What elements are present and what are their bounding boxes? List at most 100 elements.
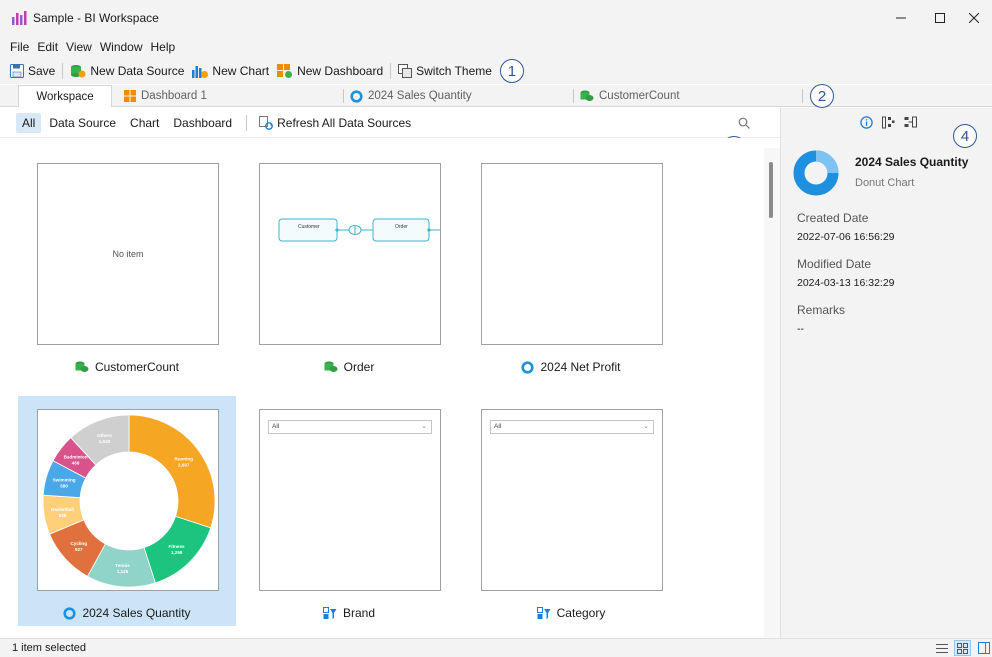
save-label: Save — [28, 64, 56, 78]
menu-view[interactable]: View — [62, 40, 96, 54]
brand-filter-combo: All ⌄ — [268, 420, 432, 434]
filter-all[interactable]: All — [16, 112, 42, 133]
combo-value: All — [272, 423, 280, 430]
tab-label: Dashboard 1 — [141, 90, 207, 102]
filter-chart[interactable]: Chart — [124, 113, 165, 133]
item-caption: Category — [462, 606, 680, 620]
panel-view-icon[interactable] — [978, 642, 990, 654]
switch-theme-button[interactable]: Switch Theme — [394, 60, 496, 82]
donut-chart-icon — [63, 606, 77, 620]
category-filter-combo: All ⌄ — [490, 420, 654, 434]
new-chart-label: New Chart — [212, 64, 270, 78]
donut-data-label: 1,298 — [171, 550, 183, 555]
created-date-label: Created Date — [797, 211, 869, 225]
gallery-item-category[interactable]: All ⌄ Category — [462, 396, 680, 626]
item-caption: Order — [240, 360, 458, 374]
gallery-item-2024-sales-quantity[interactable]: Running 2,607 Fitness 1,298 Tennis 1,125 Cycli… — [18, 396, 236, 626]
filter-divider — [246, 114, 248, 131]
new-dashboard-label: New Dashboard — [297, 64, 384, 78]
tab-divider — [802, 89, 803, 103]
filter-data-source[interactable]: Data Source — [43, 113, 122, 133]
toolbar: Save New Data Source New Chart New Dashb… — [0, 58, 992, 84]
info-icon[interactable] — [860, 116, 873, 129]
menu-help[interactable]: Help — [147, 40, 180, 54]
tab-2024-sales-quantity[interactable]: 2024 Sales Quantity — [350, 85, 560, 107]
donut-data-label: 580 — [60, 483, 68, 488]
tab-divider — [573, 89, 574, 103]
data-source-icon — [580, 90, 594, 101]
tab-dashboard-1[interactable]: Dashboard 1 — [124, 85, 334, 107]
grid-view-button[interactable] — [954, 640, 971, 656]
item-name: Category — [556, 606, 606, 620]
item-caption: 2024 Sales Quantity — [18, 606, 236, 620]
chevron-down-icon: ⌄ — [421, 423, 427, 430]
item-type: Donut Chart — [855, 177, 915, 189]
tab-label: CustomerCount — [599, 90, 680, 102]
donut-chart-icon — [521, 360, 535, 374]
callout-1: 1 — [499, 59, 524, 83]
new-dashboard-button[interactable]: New Dashboard — [273, 60, 387, 82]
callout-2: 2 — [810, 84, 834, 108]
menu-edit[interactable]: Edit — [33, 40, 62, 54]
diagram-node-order: Order — [395, 224, 408, 230]
gallery-item-brand[interactable]: All ⌄ Brand — [240, 396, 458, 626]
new-data-source-label: New Data Source — [90, 64, 185, 78]
item-name: Brand — [342, 606, 376, 620]
save-icon — [10, 64, 24, 78]
refresh-all-button[interactable]: Refresh All Data Sources — [255, 112, 415, 134]
scrollbar-thumb[interactable] — [769, 162, 773, 218]
new-chart-icon — [192, 66, 209, 78]
tab-label: 2024 Sales Quantity — [368, 90, 472, 102]
donut-data-label: 468 — [72, 461, 80, 466]
donut-data-label: 639 — [59, 513, 67, 518]
toolbar-divider — [62, 63, 64, 79]
relation-icon[interactable] — [904, 116, 917, 129]
diagram-node-customer: Customer — [298, 224, 320, 230]
created-date-value: 2022-07-06 16:56:29 — [797, 231, 895, 243]
gallery-item-2024-net-profit[interactable]: 2024 Net Profit — [462, 150, 680, 380]
workspace-gallery: No item CustomerCount Customer Order Ord… — [0, 138, 764, 638]
relationship-diagram — [278, 218, 440, 242]
menu-window[interactable]: Window — [96, 40, 147, 54]
item-name: Order — [343, 360, 375, 374]
new-data-source-button[interactable]: New Data Source — [66, 60, 188, 82]
status-text: 1 item selected — [12, 642, 86, 654]
empty-preview-text: No item — [112, 249, 144, 259]
donut-data-label: Basketball — [51, 507, 74, 512]
item-caption: CustomerCount — [18, 360, 236, 374]
filter-dashboard[interactable]: Dashboard — [167, 113, 238, 133]
close-button[interactable] — [956, 0, 992, 36]
menu-bar: File Edit View Window Help — [0, 36, 992, 58]
save-button[interactable]: Save — [6, 60, 59, 82]
gallery-scrollbar[interactable] — [764, 148, 780, 638]
search-icon[interactable] — [738, 117, 750, 129]
refresh-all-label: Refresh All Data Sources — [277, 115, 412, 130]
item-thumbnail-donut-icon — [793, 150, 839, 196]
donut-data-label: Fitness — [169, 544, 186, 549]
gallery-item-customercount[interactable]: No item CustomerCount — [18, 150, 236, 380]
menu-file[interactable]: File — [6, 40, 33, 54]
list-view-icon[interactable] — [936, 643, 948, 654]
donut-data-label: Tennis — [115, 563, 130, 568]
filter-icon — [322, 606, 337, 619]
tab-customercount[interactable]: CustomerCount — [580, 85, 790, 107]
item-preview: All ⌄ — [481, 409, 663, 591]
new-chart-button[interactable]: New Chart — [188, 60, 273, 82]
donut-chart-icon — [350, 89, 363, 103]
remarks-label: Remarks — [797, 303, 846, 317]
item-name: 2024 Sales Quantity — [82, 606, 191, 620]
tab-workspace[interactable]: Workspace — [18, 85, 112, 107]
gallery-item-order[interactable]: Customer Order Order — [240, 150, 458, 380]
item-preview: Customer Order — [259, 163, 441, 345]
tab-label: Workspace — [36, 90, 94, 103]
remarks-value: -- — [797, 323, 804, 335]
switch-theme-icon — [398, 64, 413, 78]
donut-data-label: Others — [97, 433, 112, 438]
modified-date-label: Modified Date — [797, 257, 872, 271]
donut-data-label: 1,026 — [99, 439, 111, 444]
item-preview: Running 2,607 Fitness 1,298 Tennis 1,125 Cycli… — [37, 409, 219, 591]
item-preview: No item — [37, 163, 219, 345]
modified-date-value: 2024-03-13 16:32:29 — [797, 277, 895, 289]
tab-divider — [343, 89, 344, 103]
structure-icon[interactable] — [882, 116, 895, 129]
